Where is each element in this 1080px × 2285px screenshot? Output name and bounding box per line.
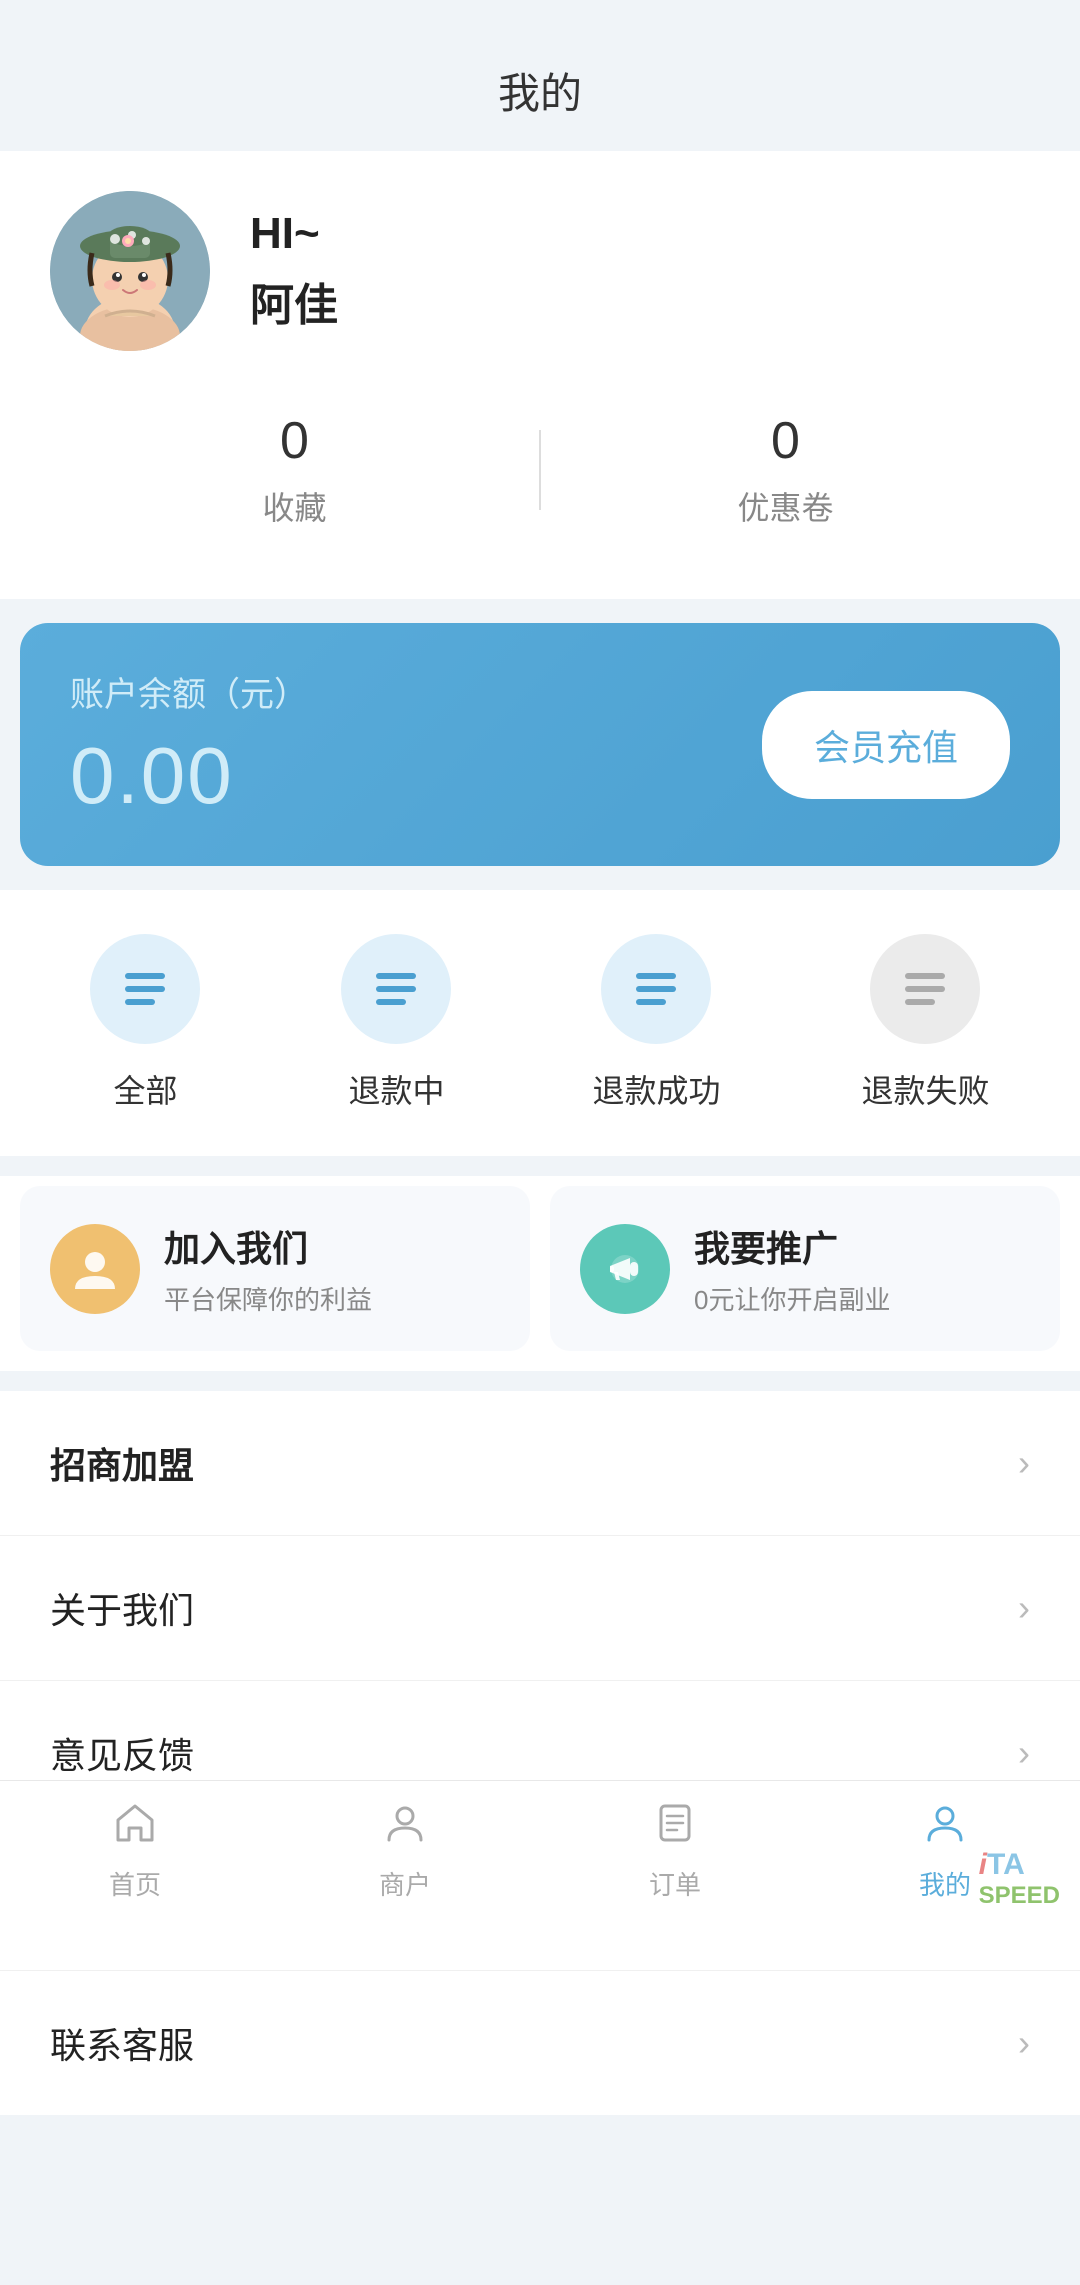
menu-item-about-label: 关于我们 (50, 1582, 194, 1634)
order-item-refunding[interactable]: 退款中 (341, 934, 451, 1112)
order-label-refund-success: 退款成功 (592, 1066, 720, 1112)
stats-row: 0 收藏 0 优惠卷 (50, 401, 1030, 549)
promo-card-promote[interactable]: 我要推广 0元让你开启副业 (550, 1186, 1060, 1351)
watermark: iTA SPEED (979, 1848, 1060, 1910)
promo-promote-title: 我要推广 (694, 1220, 890, 1272)
profile-section: HI~ 阿佳 0 收藏 0 优惠卷 (0, 151, 1080, 599)
balance-title: 账户余额（元） (70, 667, 308, 716)
order-icon-refunding-circle (341, 934, 451, 1044)
promo-promote-subtitle: 0元让你开启副业 (694, 1280, 890, 1317)
user-icon (923, 1800, 967, 1855)
order-label-refunding: 退款中 (348, 1066, 444, 1112)
balance-amount: 0.00 (70, 730, 308, 822)
profile-top: HI~ 阿佳 (50, 191, 1030, 351)
nav-label-merchant: 商户 (379, 1865, 431, 1902)
balance-card: 账户余额（元） 0.00 会员充值 (20, 623, 1060, 866)
order-icons: 全部 退款中 退款成功 (20, 934, 1060, 1112)
menu-item-about[interactable]: 关于我们 › (0, 1536, 1080, 1681)
menu-item-feedback-label: 意见反馈 (50, 1727, 194, 1779)
order-icon-all-circle (90, 934, 200, 1044)
chevron-right-icon: › (1018, 2022, 1030, 2064)
promo-join-icon (50, 1224, 140, 1314)
promo-promote-icon (580, 1224, 670, 1314)
recharge-button[interactable]: 会员充值 (762, 691, 1010, 799)
menu-item-customer-service-label: 联系客服 (50, 2017, 194, 2069)
nav-label-order: 订单 (649, 1865, 701, 1902)
home-icon (113, 1800, 157, 1855)
promo-section: 加入我们 平台保障你的利益 我要推广 0元让你开启副业 (0, 1176, 1080, 1371)
coupons-count: 0 (771, 411, 800, 471)
chevron-right-icon: › (1018, 1442, 1030, 1484)
profile-info: HI~ 阿佳 (250, 209, 338, 333)
greeting-text: HI~ (250, 209, 338, 259)
coupons-stat[interactable]: 0 优惠卷 (541, 411, 1030, 529)
store-icon (383, 1800, 427, 1855)
order-label-refund-failed: 退款失败 (861, 1066, 989, 1112)
order-icon-refund-success-circle (601, 934, 711, 1044)
menu-item-customer-service[interactable]: 联系客服 › (0, 1971, 1080, 2115)
nav-item-home[interactable]: 首页 (0, 1800, 270, 1902)
promo-join-subtitle: 平台保障你的利益 (164, 1280, 372, 1317)
avatar[interactable] (50, 191, 210, 351)
order-item-refund-success[interactable]: 退款成功 (592, 934, 720, 1112)
nav-label-home: 首页 (109, 1865, 161, 1902)
page-title: 我的 (0, 0, 1080, 151)
favorites-count: 0 (280, 411, 309, 471)
order-item-all[interactable]: 全部 (90, 934, 200, 1112)
chevron-right-icon: › (1018, 1587, 1030, 1629)
nav-item-order[interactable]: 订单 (540, 1800, 810, 1902)
order-section: 全部 退款中 退款成功 (0, 890, 1080, 1156)
favorites-label: 收藏 (262, 483, 326, 529)
balance-left: 账户余额（元） 0.00 (70, 667, 308, 822)
order-label-all: 全部 (113, 1066, 177, 1112)
order-item-refund-failed[interactable]: 退款失败 (861, 934, 989, 1112)
menu-item-franchise-label: 招商加盟 (50, 1437, 194, 1489)
promo-join-text: 加入我们 平台保障你的利益 (164, 1220, 372, 1317)
favorites-stat[interactable]: 0 收藏 (50, 411, 539, 529)
order-icon-refund-failed-circle (870, 934, 980, 1044)
coupons-label: 优惠卷 (737, 483, 833, 529)
chevron-right-icon: › (1018, 1732, 1030, 1774)
menu-item-franchise[interactable]: 招商加盟 › (0, 1391, 1080, 1536)
promo-join-title: 加入我们 (164, 1220, 372, 1272)
order-icon (653, 1800, 697, 1855)
nav-label-mine: 我的 (919, 1865, 971, 1902)
bottom-nav: 首页 商户 订单 我的 (0, 1780, 1080, 1920)
promo-card-join[interactable]: 加入我们 平台保障你的利益 (20, 1186, 530, 1351)
menu-section: 招商加盟 › 关于我们 › 意见反馈 › 申诉 › 联系客服 › (0, 1391, 1080, 2115)
username-text: 阿佳 (250, 269, 338, 333)
nav-item-merchant[interactable]: 商户 (270, 1800, 540, 1902)
promo-promote-text: 我要推广 0元让你开启副业 (694, 1220, 890, 1317)
